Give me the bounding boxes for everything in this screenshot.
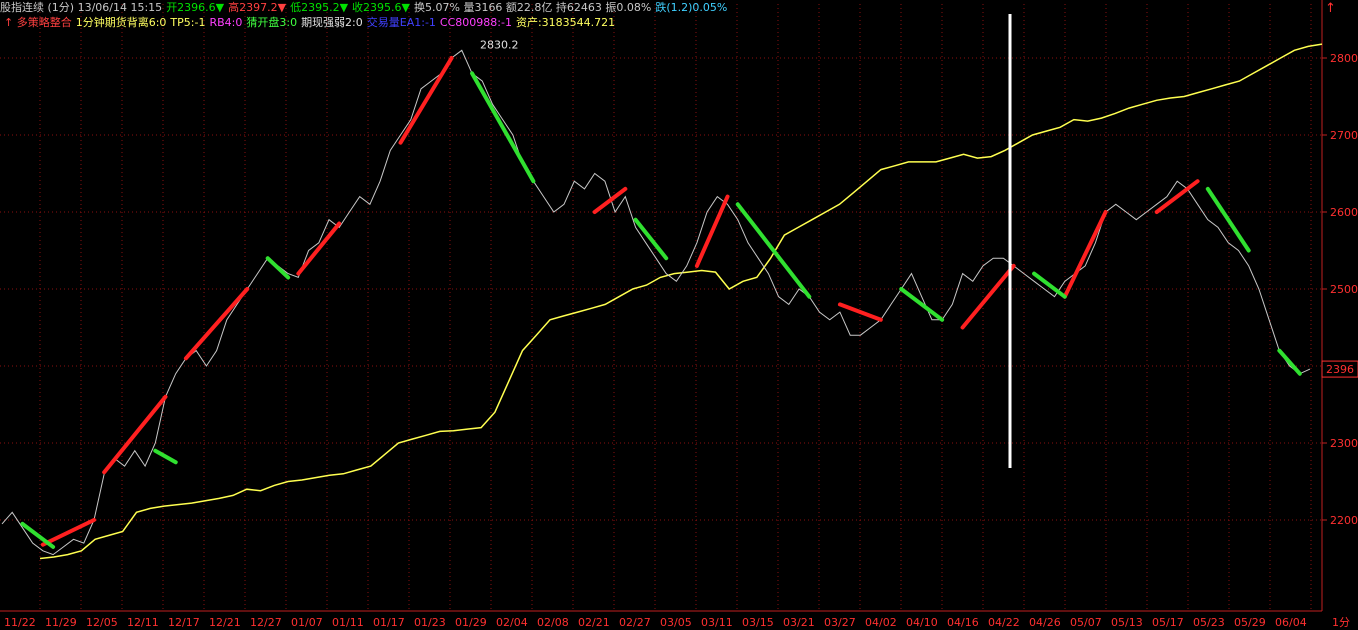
x-tick-label: 11/29 (45, 616, 77, 629)
x-tick-label: 03/11 (701, 616, 733, 629)
buy-segment (837, 302, 883, 322)
header-segment: 1分钟期货背离6:0 (76, 15, 167, 29)
buy-segment (183, 287, 250, 361)
annotations: 2830.2 (480, 39, 519, 52)
sell-segment (1205, 186, 1251, 253)
y-tick-label: 2700 (1330, 129, 1358, 142)
x-tick-label: 01/07 (291, 616, 323, 629)
buy-segment (398, 56, 454, 145)
header-line-1: 股指连续 (1分) 13/06/14 15:15 开2396.6▼ 高2397.2▼… (0, 0, 727, 14)
sell-segment (1277, 348, 1302, 376)
buy-segment (960, 263, 1016, 330)
buy-segment (40, 518, 96, 547)
y-tick-label: 2200 (1330, 514, 1358, 527)
x-tick-label: 12/27 (250, 616, 282, 629)
x-tick-label: 05/07 (1070, 616, 1102, 629)
x-tick-label: 05/17 (1152, 616, 1184, 629)
header-segment: RB4:0 (209, 16, 242, 29)
price-line (1, 49, 1311, 556)
sell-segment (735, 202, 812, 299)
x-tick-label: 02/21 (578, 616, 610, 629)
y-tick-label: 2600 (1330, 206, 1358, 219)
sell-segment (899, 287, 945, 322)
header-segment: 资产:3183544.721 (516, 15, 615, 29)
x-tick-label: 04/26 (1029, 616, 1061, 629)
header-segment: 换5.07% 量3166 额22.8亿 持62463 振0.08% (414, 0, 651, 14)
x-tick-label: 04/22 (988, 616, 1020, 629)
x-tail-label: 1分 (1332, 616, 1350, 629)
sell-segment (265, 256, 291, 280)
x-tick-label: 02/08 (537, 616, 569, 629)
header-segment: 低2395.2▼ (290, 1, 348, 14)
buy-segment (592, 186, 628, 214)
header-segment: 交易量EA1:-1 (367, 15, 436, 29)
x-tick-label: 01/23 (414, 616, 446, 629)
up-arrow-icon: ↑ (1325, 1, 1336, 16)
x-tick-label: 03/21 (783, 616, 815, 629)
x-tick-label: 04/16 (947, 616, 979, 629)
trade-segments (20, 56, 1302, 549)
x-tick-label: 05/29 (1234, 616, 1266, 629)
equity-line (39, 43, 1323, 560)
x-tick-label: 02/27 (619, 616, 651, 629)
header-segment: 猜开盘3:0 (246, 15, 297, 29)
x-tick-label: 06/04 (1275, 616, 1307, 629)
y-tick-label: 2300 (1330, 437, 1358, 450)
header-segment: 高2397.2▼ (228, 0, 286, 14)
x-tick-label: 12/17 (168, 616, 200, 629)
header-segment: 跌(1.2)0.05% (655, 0, 727, 14)
header-segment: CC800988:-1 (440, 16, 512, 29)
header-segment: 收2395.6▼ (352, 0, 410, 14)
buy-segment (1154, 179, 1200, 214)
x-tick-label: 01/17 (373, 616, 405, 629)
x-tick-label: 12/21 (209, 616, 241, 629)
price-axis: 22002300240025002600270028002396 (1321, 0, 1358, 611)
header-segment: 开2396.6▼ (166, 1, 224, 14)
x-tick-label: 01/29 (455, 616, 487, 629)
x-tick-label: 03/05 (660, 616, 692, 629)
y-tick-label: 2500 (1330, 283, 1358, 296)
x-tick-label: 05/23 (1193, 616, 1225, 629)
x-tick-label: 03/15 (742, 616, 774, 629)
header-segment: ↑ 多策略整合 (4, 15, 72, 29)
header-segment: 期现强弱2:0 (301, 16, 363, 29)
header-segment: 股指连续 (1分) 13/06/14 15:15 (0, 0, 162, 14)
x-tick-label: 03/27 (824, 616, 856, 629)
date-axis: 11/22 11/29 12/05 12/11 12/17 12/21 12/27 01/07… (0, 610, 1350, 629)
x-tick-label: 12/05 (86, 616, 118, 629)
x-tick-label: 04/02 (865, 616, 897, 629)
x-tick-label: 05/13 (1111, 616, 1143, 629)
header-segment: TP5:-1 (169, 16, 205, 29)
grid-lines (0, 4, 1322, 611)
x-tick-label: 12/11 (127, 616, 159, 629)
x-tick-label: 02/04 (496, 616, 528, 629)
x-tick-label: 01/11 (332, 616, 364, 629)
buy-segment (694, 194, 730, 268)
buy-segment (296, 221, 342, 276)
x-tick-label: 11/22 (4, 616, 36, 629)
sell-segment (153, 448, 178, 465)
header-line-2: ↑ 多策略整合 1分钟期货背离6:0 TP5:-1 RB4:0 猜开盘3:0 期现强弱2:… (4, 15, 615, 29)
buy-segment (102, 394, 168, 475)
y-tick-label: 2800 (1330, 52, 1358, 65)
price-series (1, 49, 1311, 556)
buy-segment (1062, 210, 1108, 299)
equity-curve (39, 43, 1323, 560)
current-price-label: 2396 (1326, 363, 1354, 376)
x-tick-label: 04/10 (906, 616, 938, 629)
sell-segment (470, 71, 536, 184)
peak-label: 2830.2 (480, 39, 519, 52)
price-chart[interactable]: 22002300240025002600270028002396 11/2211… (0, 0, 1358, 630)
sell-segment (633, 217, 669, 261)
